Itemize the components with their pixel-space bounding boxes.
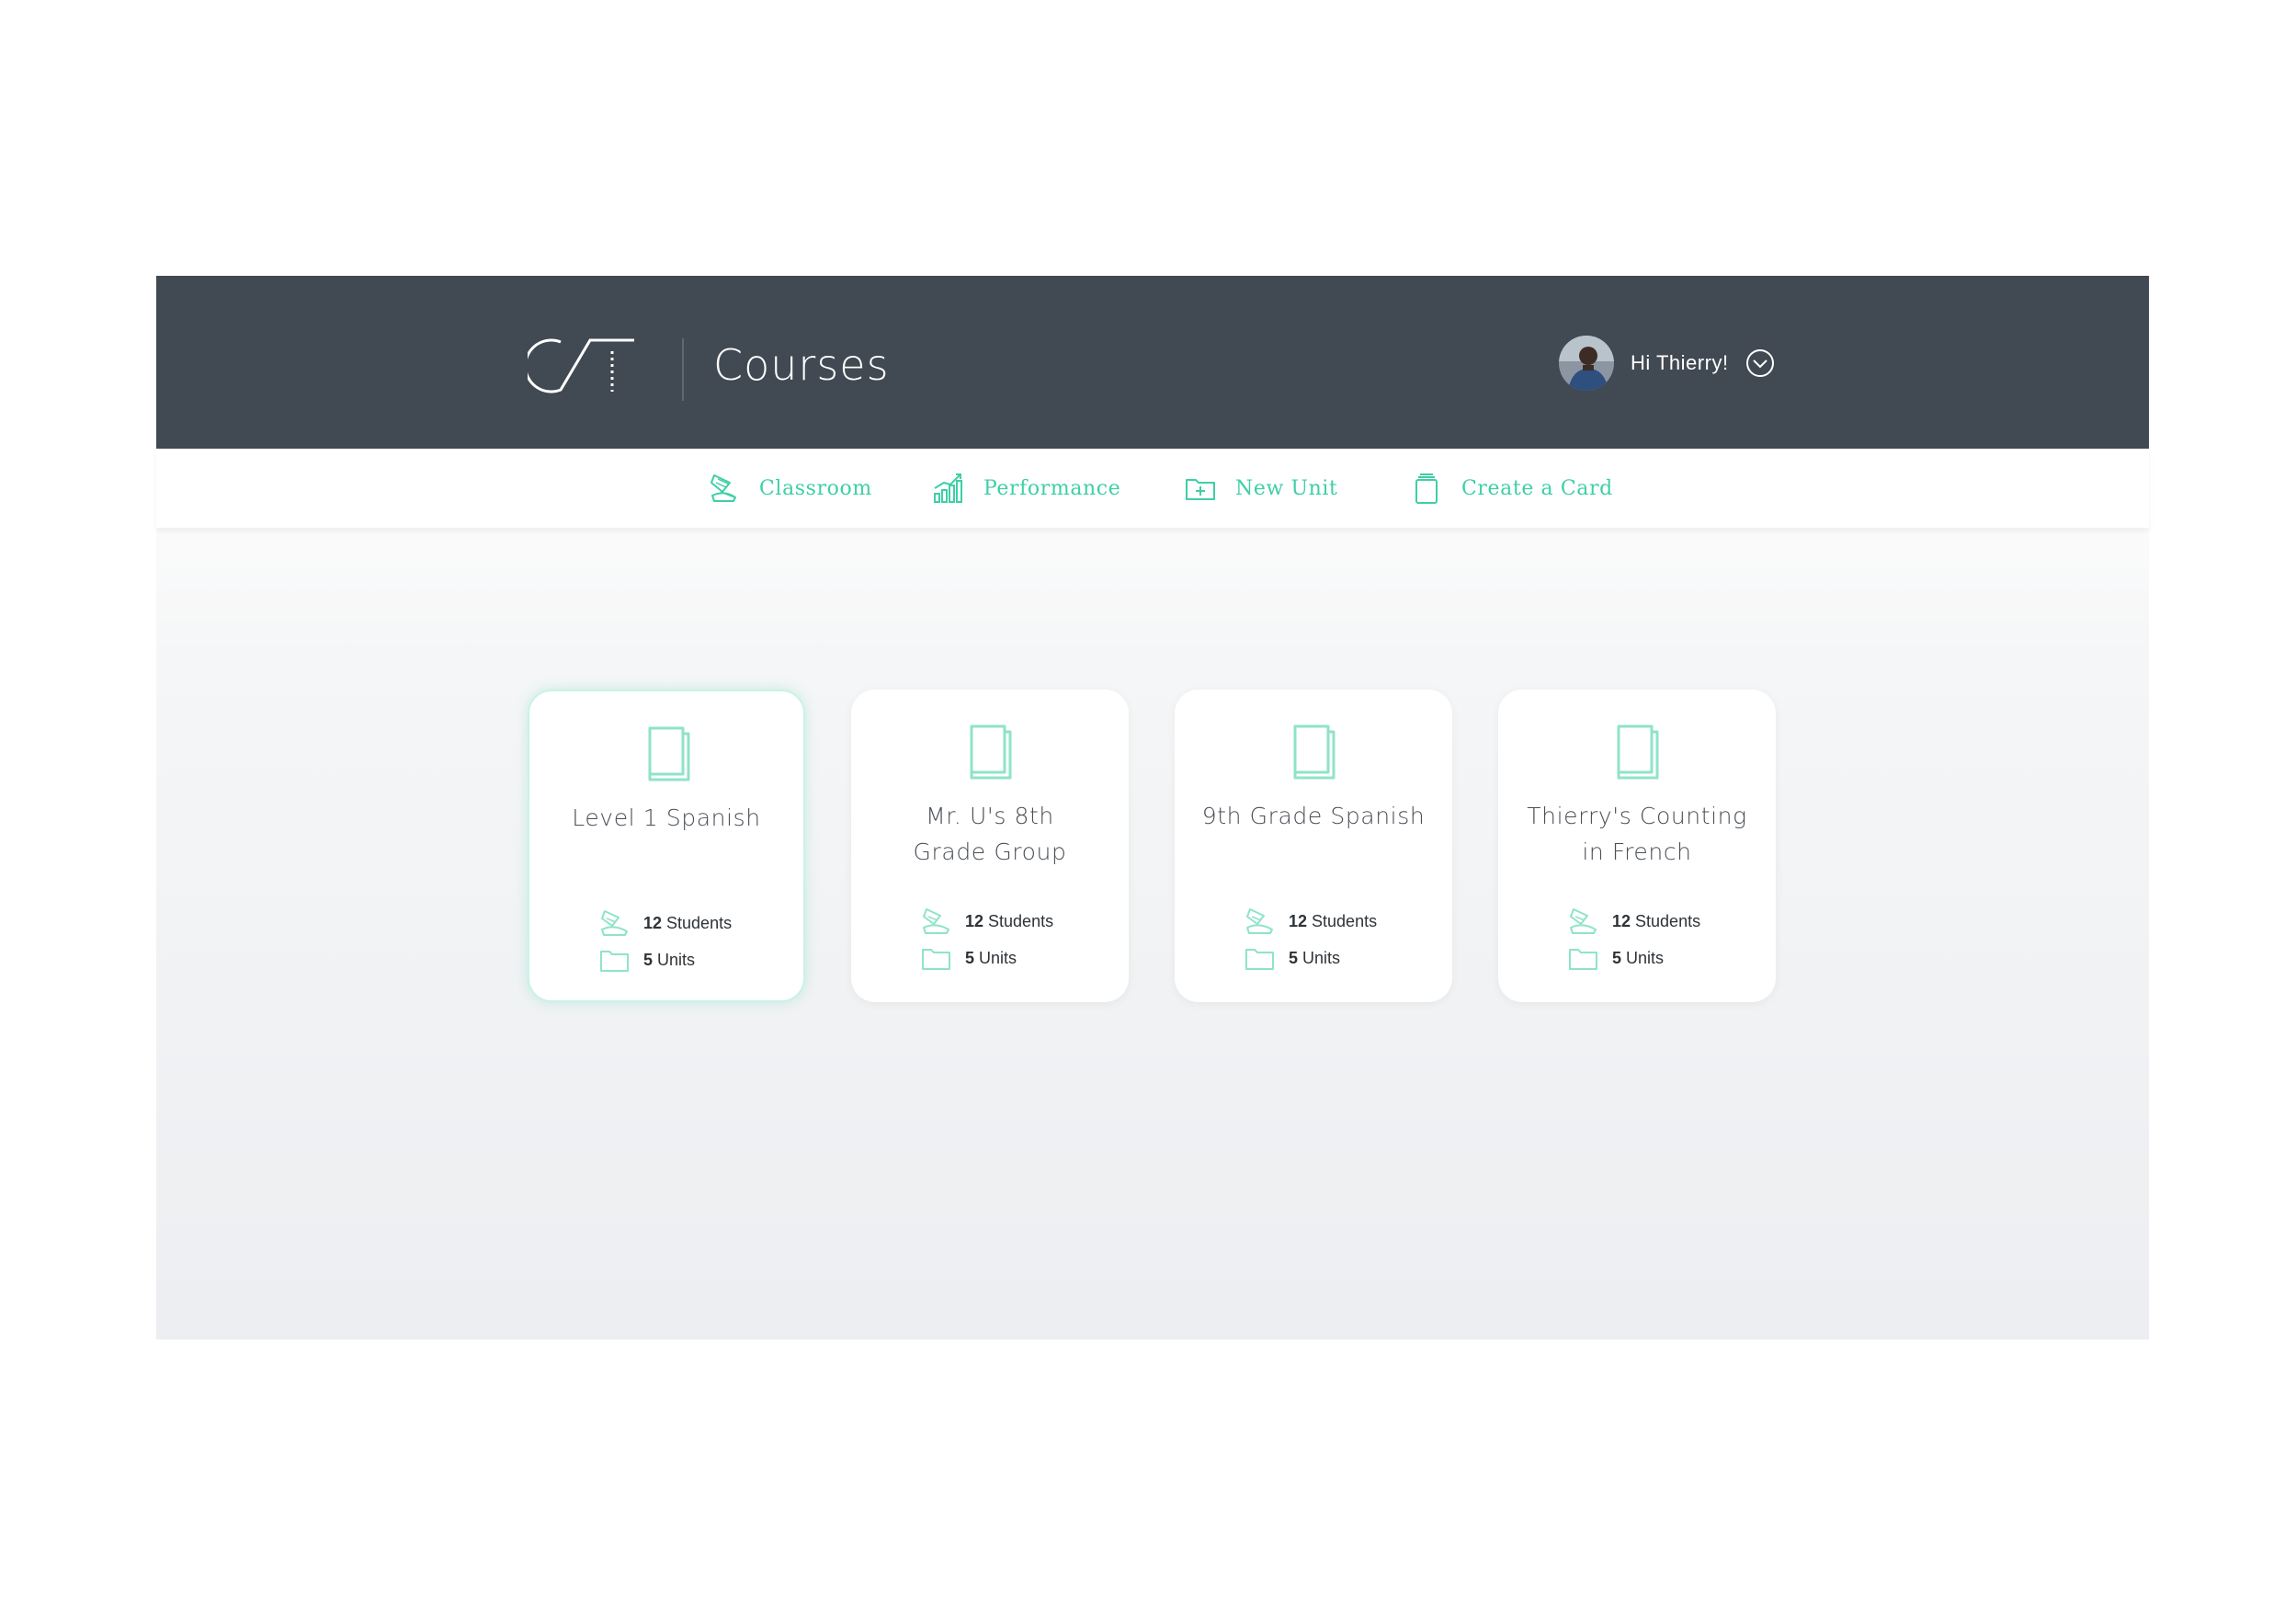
students-icon [1570, 908, 1597, 934]
nav-label: Create a Card [1461, 476, 1613, 500]
page-title: Courses [713, 340, 890, 390]
app-logo[interactable] [528, 336, 634, 393]
units-stat: 5 Units [1245, 943, 1340, 973]
header-divider [682, 338, 684, 401]
students-stat: 12 Students [1568, 907, 1700, 936]
performance-chart-icon [934, 473, 962, 503]
book-icon [648, 726, 690, 781]
folder-icon [1569, 949, 1597, 970]
folder-plus-icon [1186, 479, 1215, 500]
avatar[interactable] [1559, 336, 1614, 391]
students-label: Students [1635, 911, 1701, 930]
units-label: Units [1626, 948, 1665, 967]
book-icon [1617, 724, 1659, 780]
cards-icon [1415, 473, 1438, 504]
students-count: 12 [643, 913, 663, 932]
students-stat: 12 Students [921, 907, 1053, 936]
students-count: 12 [965, 911, 984, 930]
app-frame: Courses Hi Thierry! Classroom Performanc… [156, 276, 2149, 1340]
user-menu[interactable]: Hi Thierry! [1559, 335, 1775, 392]
top-bar: Courses Hi Thierry! [156, 276, 2149, 449]
nav-classroom[interactable]: Classroom [708, 449, 872, 528]
nav-performance[interactable]: Performance [932, 449, 1120, 528]
folder-icon [922, 949, 950, 970]
students-stat: 12 Students [599, 908, 732, 938]
units-stat: 5 Units [1568, 943, 1664, 973]
students-label: Students [988, 911, 1054, 930]
book-icon [1293, 724, 1336, 780]
units-count: 5 [643, 950, 654, 969]
sub-navigation: Classroom Performance New Unit Create a … [156, 449, 2149, 528]
students-label: Students [666, 913, 733, 932]
units-label: Units [657, 950, 696, 969]
nav-label: Performance [983, 476, 1121, 500]
course-card[interactable]: Level 1 Spanish 12 Students 5 Units [528, 690, 805, 1002]
user-greeting: Hi Thierry! [1631, 351, 1729, 374]
course-card[interactable]: Mr. U's 8th Grade Group 12 Students 5 Un… [851, 690, 1129, 1002]
nav-label: New Unit [1235, 476, 1338, 500]
course-card[interactable]: 9th Grade Spanish 12 Students 5 Units [1175, 690, 1452, 1002]
folder-icon [600, 951, 629, 972]
units-label: Units [979, 948, 1017, 967]
units-label: Units [1302, 948, 1341, 967]
units-count: 5 [1289, 948, 1299, 967]
students-stat: 12 Students [1245, 907, 1377, 936]
units-stat: 5 Units [921, 943, 1017, 973]
course-title: Thierry's Counting in French [1527, 803, 1747, 865]
students-label: Students [1312, 911, 1378, 930]
nav-new-unit[interactable]: New Unit [1184, 449, 1337, 528]
course-title: 9th Grade Spanish [1201, 803, 1426, 829]
units-count: 5 [1612, 948, 1622, 967]
students-count: 12 [1289, 911, 1308, 930]
units-stat: 5 Units [599, 945, 695, 975]
course-title: Level 1 Spanish [572, 804, 761, 831]
folder-icon [1245, 949, 1274, 970]
chevron-down-icon[interactable] [1745, 348, 1775, 378]
students-icon [1246, 908, 1273, 934]
course-title: Mr. U's 8th Grade Group [913, 803, 1067, 865]
students-icon [923, 908, 949, 934]
nav-label: Classroom [759, 476, 872, 500]
units-count: 5 [965, 948, 975, 967]
nav-create-card[interactable]: Create a Card [1410, 449, 1613, 528]
book-icon [970, 724, 1012, 780]
course-card[interactable]: Thierry's Counting in French 12 Students… [1498, 690, 1776, 1002]
classroom-icon [710, 474, 736, 502]
students-icon [601, 910, 628, 936]
students-count: 12 [1612, 911, 1631, 930]
